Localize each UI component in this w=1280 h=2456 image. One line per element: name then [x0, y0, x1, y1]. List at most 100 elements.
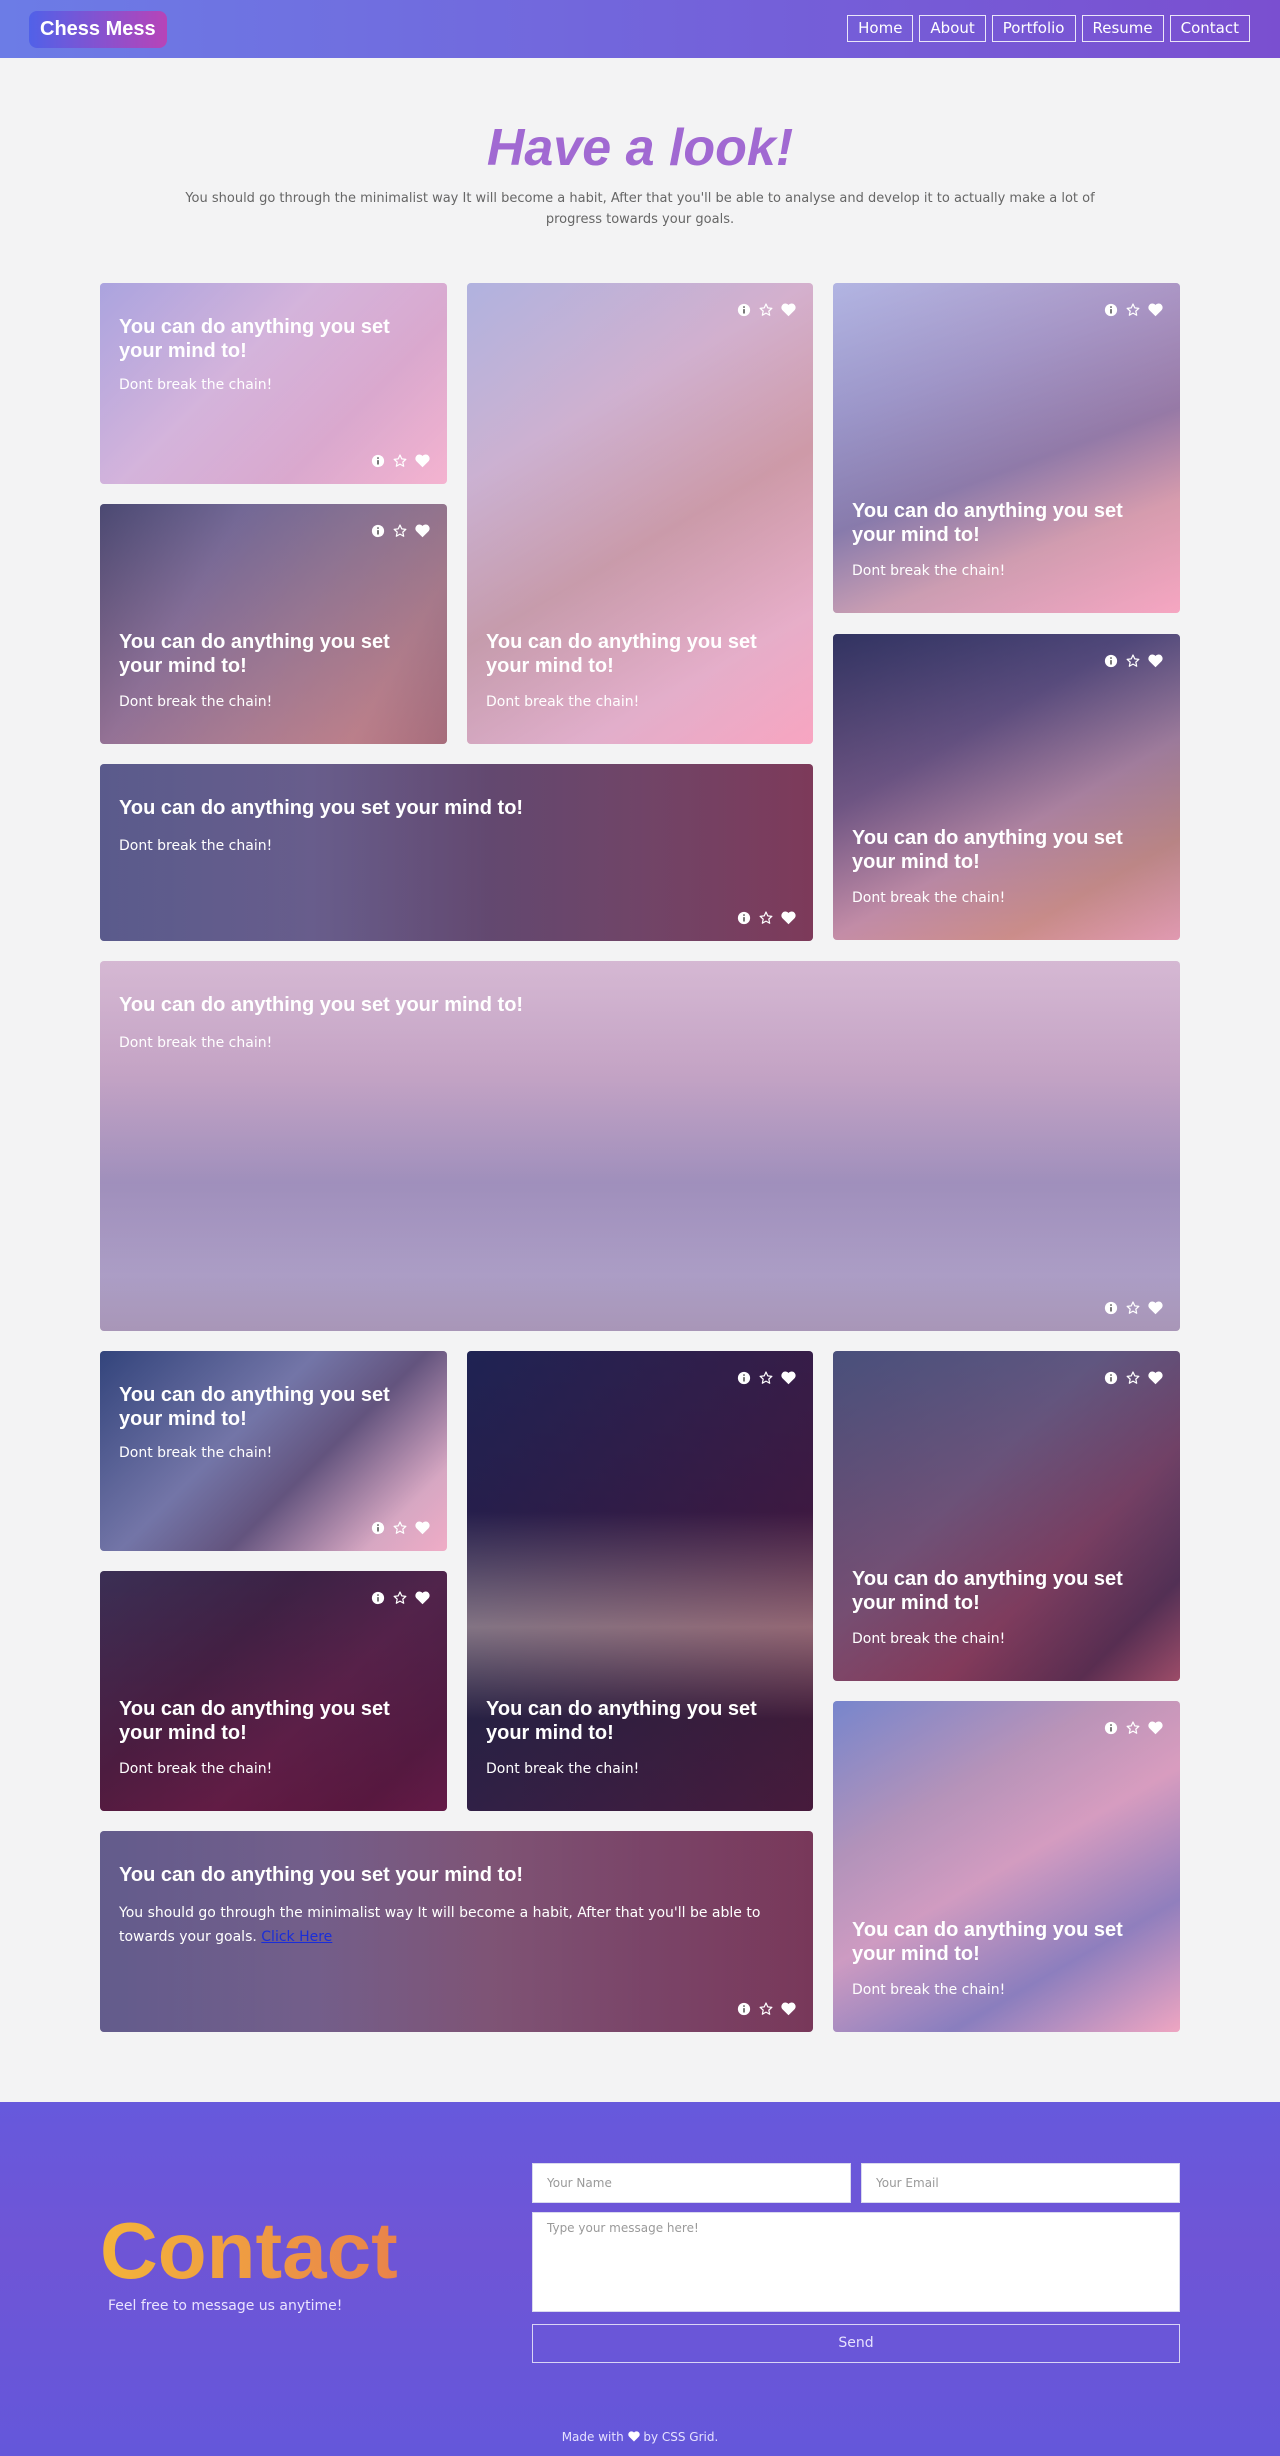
info-circle-icon[interactable] [1104, 302, 1118, 317]
card-heading: You can do anything you set your mind to… [119, 1864, 524, 1886]
card-heading: You can do anything you set your mind to… [119, 1698, 390, 1744]
star-outline-icon[interactable] [393, 1520, 407, 1534]
gallery-card: You can do anything you set your mind to… [100, 504, 447, 744]
info-circle-icon[interactable] [1104, 653, 1118, 668]
card-heading: You can do anything you set your mind to… [852, 500, 1123, 546]
nav-link-home[interactable]: Home [847, 15, 914, 42]
gallery-card: You can do anything you set your mind to… [100, 764, 813, 941]
info-circle-icon[interactable] [1104, 1370, 1118, 1385]
heart-icon[interactable] [1148, 1370, 1163, 1385]
star-outline-icon[interactable] [1126, 302, 1140, 316]
info-circle-icon[interactable] [371, 1520, 385, 1535]
heart-icon[interactable] [415, 1520, 430, 1535]
card-icons [371, 1590, 430, 1605]
heart-icon[interactable] [1148, 1300, 1163, 1315]
nav-link-resume[interactable]: Resume [1081, 15, 1164, 42]
gallery-card: You can do anything you set your mind to… [100, 283, 447, 484]
navbar: Chess Mess Home About Portfolio Resume C… [0, 0, 1280, 58]
card-heading: You can do anything you set your mind to… [852, 827, 1123, 873]
gallery-card: You can do anything you set your mind to… [100, 1831, 813, 2032]
card-icons [1104, 1300, 1163, 1315]
gallery-card: You can do anything you set your mind to… [833, 634, 1180, 940]
heart-icon[interactable] [781, 1370, 796, 1385]
nav-links: Home About Portfolio Resume Contact [847, 15, 1250, 42]
card-icons [371, 453, 430, 468]
star-outline-icon[interactable] [393, 1590, 407, 1604]
star-outline-icon[interactable] [393, 453, 407, 467]
info-circle-icon[interactable] [1104, 1720, 1118, 1735]
nav-link-contact[interactable]: Contact [1169, 15, 1250, 42]
card-icons [1104, 1370, 1163, 1385]
nav-link-about[interactable]: About [919, 15, 986, 42]
site-logo[interactable]: Chess Mess [29, 11, 167, 48]
star-outline-icon[interactable] [759, 302, 773, 316]
info-circle-icon[interactable] [737, 2001, 751, 2016]
card-subtitle: Dont break the chain! [119, 377, 273, 393]
gallery-card: You can do anything you set your mind to… [467, 1351, 813, 1811]
heart-icon[interactable] [1148, 1720, 1163, 1735]
heart-icon[interactable] [1148, 653, 1163, 668]
card-subtitle: Dont break the chain! [852, 563, 1006, 579]
heart-icon[interactable] [781, 2001, 796, 2016]
gallery-card: You can do anything you set your mind to… [467, 283, 813, 744]
page-title: Have a look! [486, 119, 794, 177]
info-circle-icon[interactable] [371, 1590, 385, 1605]
info-circle-icon[interactable] [737, 1370, 751, 1385]
card-subtitle: Dont break the chain! [852, 1631, 1006, 1647]
gallery-card: You can do anything you set your mind to… [833, 1351, 1180, 1681]
info-circle-icon[interactable] [1104, 1300, 1118, 1315]
gallery-card: You can do anything you set your mind to… [100, 1351, 447, 1551]
heart-icon[interactable] [415, 453, 430, 468]
card-subtitle: Dont break the chain! [119, 838, 273, 854]
card-icons [737, 302, 796, 317]
heart-icon[interactable] [415, 523, 430, 538]
info-circle-icon[interactable] [737, 302, 751, 317]
contact-subtitle: Feel free to message us anytime! [108, 2298, 343, 2314]
card-subtitle: Dont break the chain! [119, 1761, 273, 1777]
gallery-card: You can do anything you set your mind to… [833, 283, 1180, 613]
info-circle-icon[interactable] [737, 910, 751, 925]
card-icons [1104, 653, 1163, 668]
card-icons [737, 2001, 796, 2016]
footer-by: by CSS Grid. [643, 2430, 719, 2444]
card-icons [737, 1370, 796, 1385]
heart-icon[interactable] [415, 1590, 430, 1605]
star-outline-icon[interactable] [1126, 1300, 1140, 1314]
name-input[interactable]: Your Name [532, 2163, 851, 2203]
info-circle-icon[interactable] [371, 453, 385, 468]
message-textarea[interactable]: Type your message here! [532, 2212, 1180, 2312]
email-input[interactable]: Your Email [861, 2163, 1180, 2203]
card-icons [737, 910, 796, 925]
click-here-link[interactable]: Click Here [261, 1929, 332, 1945]
card-subtitle: Dont break the chain! [119, 1035, 273, 1051]
heart-icon [627, 2431, 640, 2442]
star-outline-icon[interactable] [1126, 1370, 1140, 1384]
card-subtitle: Dont break the chain! [119, 1445, 273, 1461]
card-heading: You can do anything you set your mind to… [119, 994, 524, 1016]
star-outline-icon[interactable] [1126, 653, 1140, 667]
heart-icon[interactable] [781, 302, 796, 317]
card-heading: You can do anything you set your mind to… [486, 1698, 757, 1744]
card-heading: You can do anything you set your mind to… [486, 631, 757, 677]
nav-link-portfolio[interactable]: Portfolio [991, 15, 1076, 42]
card-subtitle: You should go through the minimalist way… [119, 1901, 794, 1949]
star-outline-icon[interactable] [759, 1370, 773, 1384]
card-subtitle: Dont break the chain! [852, 1982, 1006, 1998]
card-icons [371, 523, 430, 538]
card-heading: You can do anything you set your mind to… [119, 316, 390, 362]
contact-title: Contact [100, 2206, 398, 2295]
card-heading: You can do anything you set your mind to… [119, 797, 524, 819]
star-outline-icon[interactable] [1126, 1720, 1140, 1734]
gallery-card: You can do anything you set your mind to… [833, 1701, 1180, 2032]
card-icons [1104, 302, 1163, 317]
card-icons [1104, 1720, 1163, 1735]
footer: Made with by CSS Grid. [0, 2430, 1280, 2444]
heart-icon[interactable] [1148, 302, 1163, 317]
send-button[interactable]: Send [532, 2324, 1180, 2363]
star-outline-icon[interactable] [759, 2001, 773, 2015]
gallery-card: You can do anything you set your mind to… [100, 1571, 447, 1811]
info-circle-icon[interactable] [371, 523, 385, 538]
heart-icon[interactable] [781, 910, 796, 925]
star-outline-icon[interactable] [759, 910, 773, 924]
star-outline-icon[interactable] [393, 523, 407, 537]
